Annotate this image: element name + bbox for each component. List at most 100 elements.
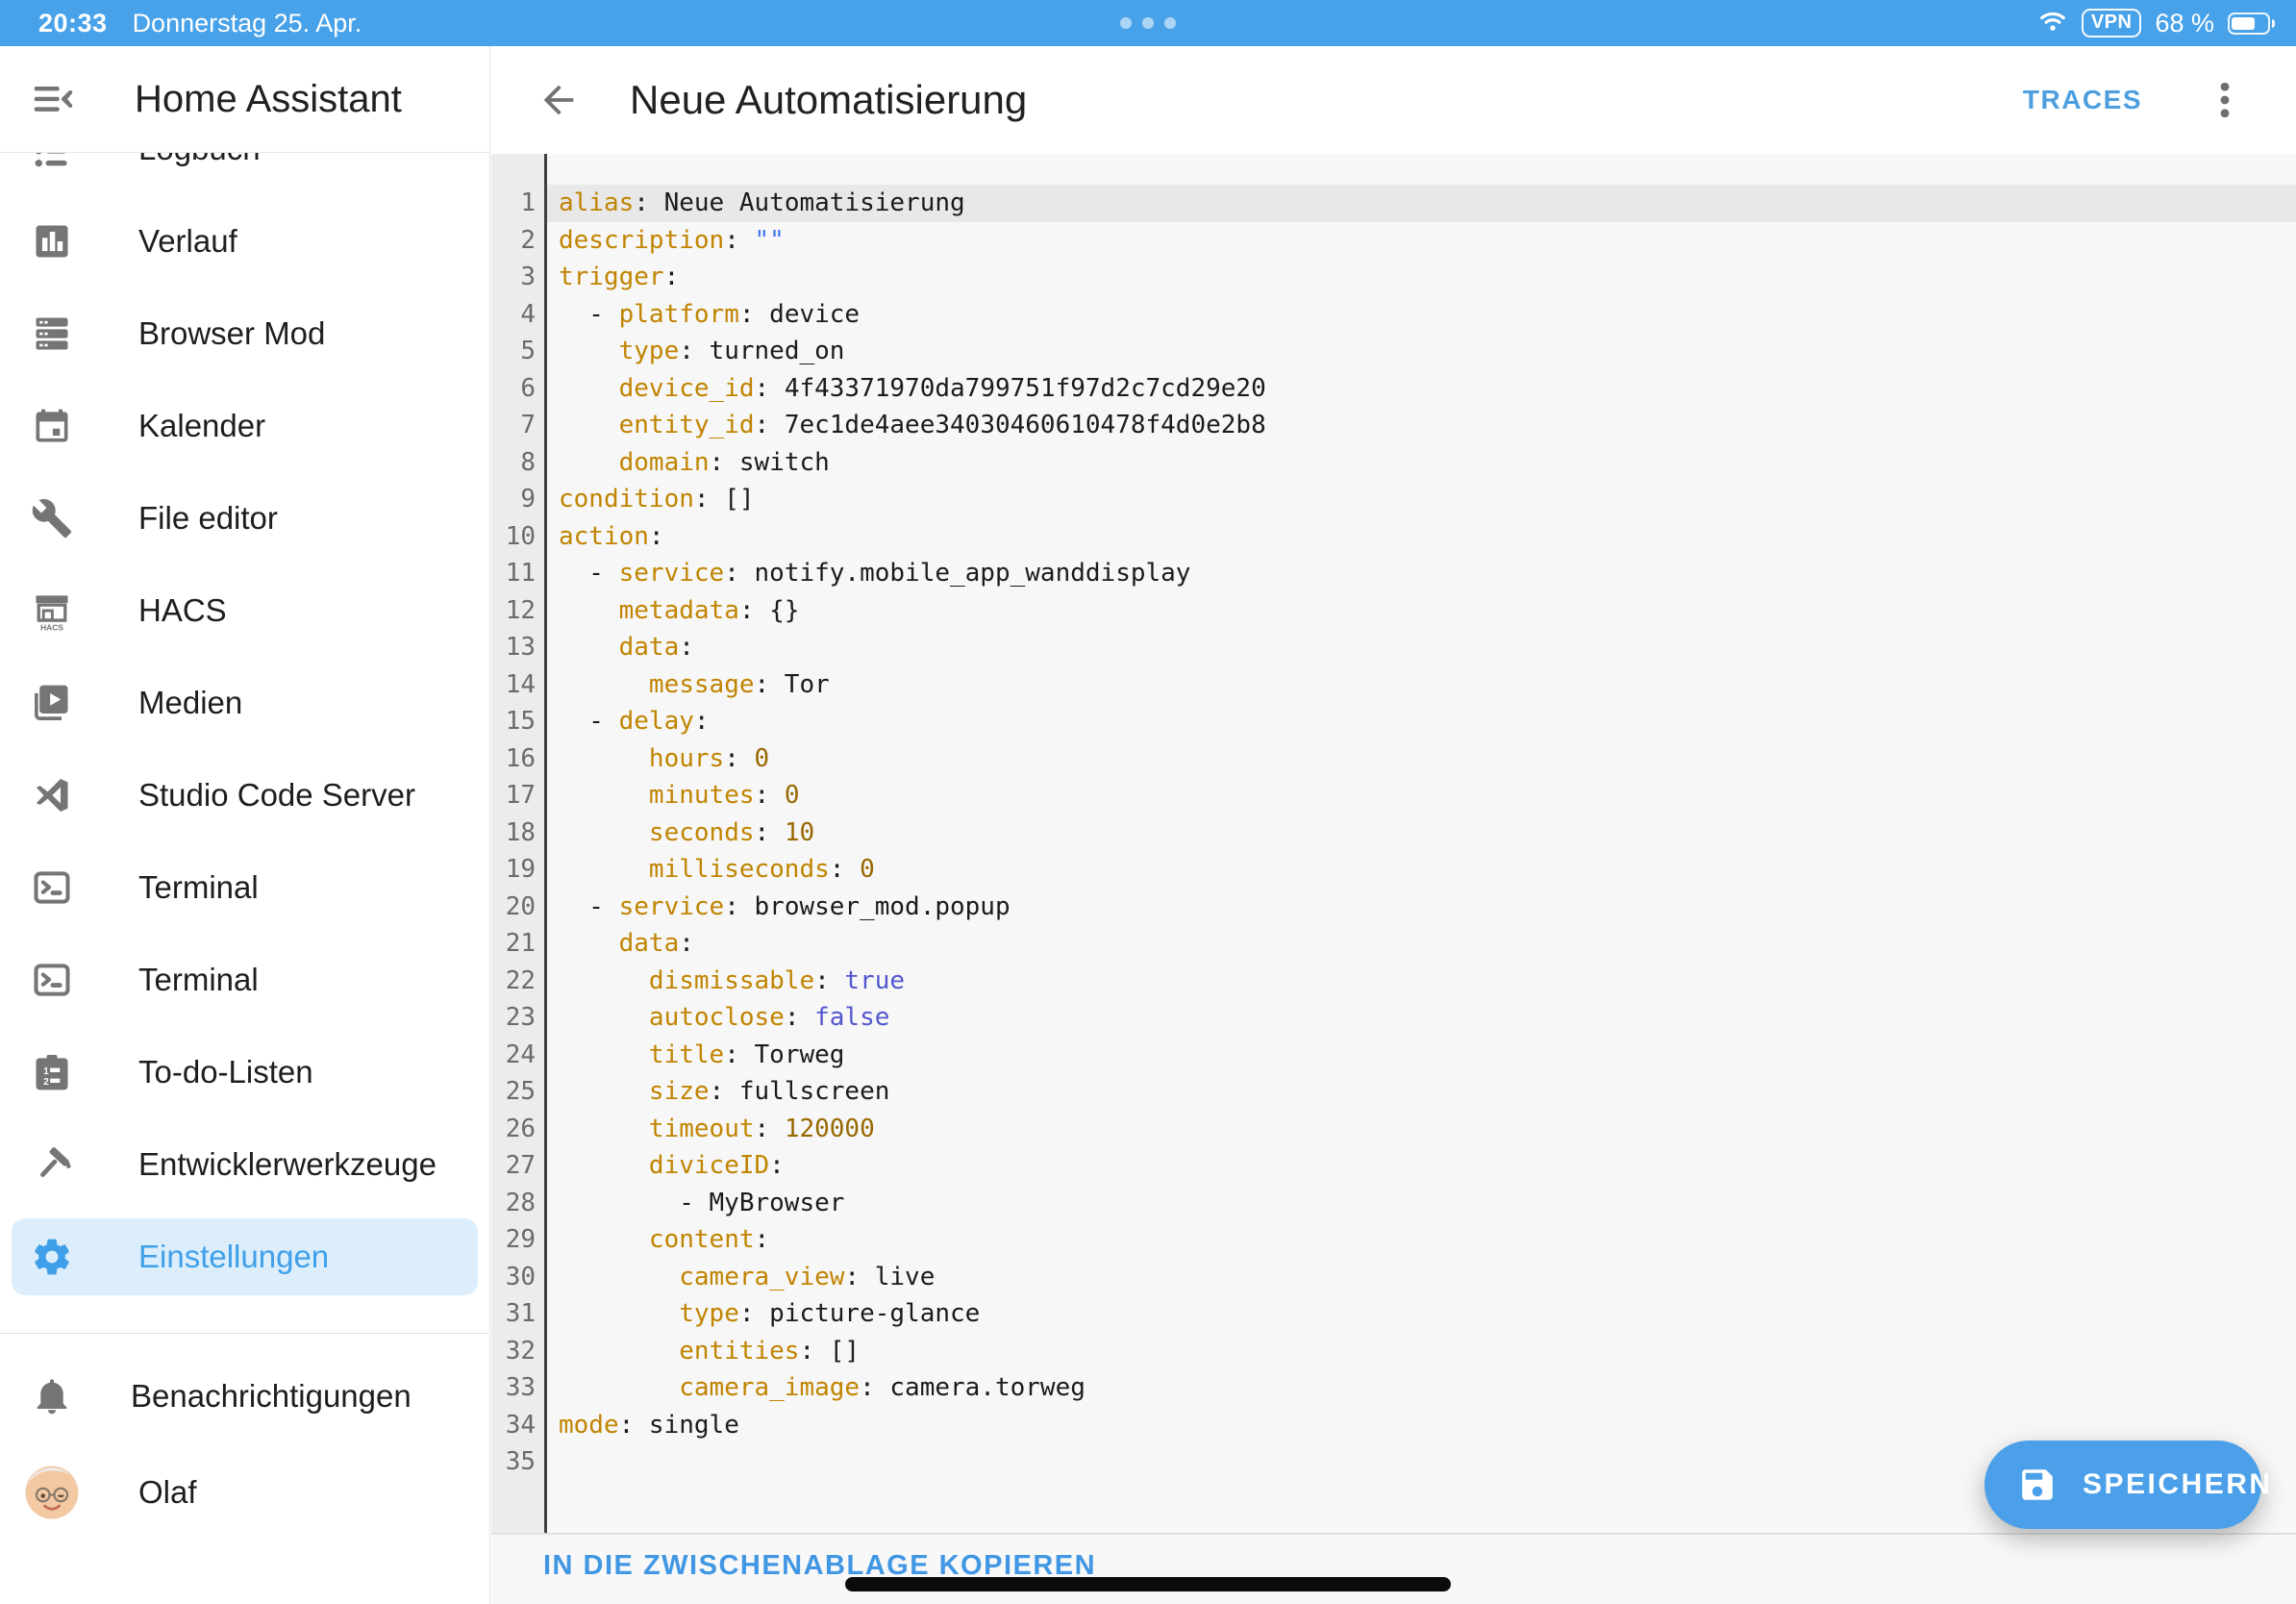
- sidebar-item-hacs[interactable]: HACSHACS: [0, 564, 489, 657]
- code-line[interactable]: alias: Neue Automatisierung: [547, 185, 2296, 222]
- history-icon: [31, 220, 73, 263]
- sidebar-item-kalender[interactable]: Kalender: [0, 380, 489, 472]
- line-number: 26: [491, 1111, 544, 1148]
- sidebar-item-terminal[interactable]: Terminal: [0, 934, 489, 1026]
- yaml-editor[interactable]: 1234567891011121314151617181920212223242…: [491, 154, 2296, 1533]
- sidebar-item-label: Medien: [138, 685, 242, 721]
- code-line[interactable]: autoclose: false: [547, 999, 2296, 1037]
- code-line[interactable]: message: Tor: [547, 666, 2296, 704]
- line-number: 2: [491, 222, 544, 260]
- app-root: 20:33 Donnerstag 25. Apr. VPN 68 %: [0, 0, 2296, 1604]
- code-line[interactable]: - platform: device: [547, 296, 2296, 334]
- sidebar-item-file-editor[interactable]: File editor: [0, 472, 489, 564]
- code-line[interactable]: timeout: 120000: [547, 1111, 2296, 1148]
- sidebar-item-label: Verlauf: [138, 223, 237, 260]
- sidebar-item-medien[interactable]: Medien: [0, 657, 489, 749]
- code-line[interactable]: mode: single: [547, 1407, 2296, 1444]
- line-number: 9: [491, 481, 544, 518]
- code-line[interactable]: title: Torweg: [547, 1037, 2296, 1074]
- line-number: 5: [491, 333, 544, 370]
- calendar-icon: [31, 405, 73, 447]
- code-line[interactable]: minutes: 0: [547, 777, 2296, 815]
- kebab-menu-icon[interactable]: [2204, 75, 2246, 125]
- line-number: 32: [491, 1333, 544, 1370]
- status-right: VPN 68 %: [2037, 6, 2275, 41]
- sidebar-header: Home Assistant: [0, 46, 489, 153]
- wrench-icon: [31, 497, 73, 539]
- back-arrow-icon[interactable]: [536, 77, 582, 123]
- code-line[interactable]: hours: 0: [547, 740, 2296, 778]
- code-area[interactable]: alias: Neue Automatisierungdescription: …: [547, 154, 2296, 1533]
- code-line[interactable]: content:: [547, 1221, 2296, 1259]
- sidebar-item-einstellungen[interactable]: Einstellungen: [0, 1211, 489, 1303]
- menu-toggle-icon[interactable]: [29, 76, 75, 122]
- code-line[interactable]: description: "": [547, 222, 2296, 260]
- sidebar-item-studio-code-server[interactable]: Studio Code Server: [0, 749, 489, 841]
- code-line[interactable]: seconds: 10: [547, 815, 2296, 852]
- line-number: 4: [491, 296, 544, 334]
- code-line[interactable]: entity_id: 7ec1de4aee34030460610478f4d0e…: [547, 407, 2296, 444]
- sidebar-item-label: Benachrichtigungen: [131, 1378, 412, 1415]
- line-number: 31: [491, 1295, 544, 1333]
- sidebar-item-label: Terminal: [138, 962, 259, 998]
- code-line[interactable]: - delay:: [547, 703, 2296, 740]
- code-line[interactable]: dismissable: true: [547, 963, 2296, 1000]
- sidebar-item-label: Logbuch: [138, 153, 261, 167]
- code-line[interactable]: action:: [547, 518, 2296, 556]
- app-title: Home Assistant: [135, 78, 402, 121]
- code-line[interactable]: condition: []: [547, 481, 2296, 518]
- wifi-icon: [2037, 6, 2068, 41]
- line-number: 22: [491, 963, 544, 1000]
- svg-text:2: 2: [43, 1077, 49, 1088]
- code-line[interactable]: type: picture-glance: [547, 1295, 2296, 1333]
- save-button[interactable]: SPEICHERN: [1984, 1441, 2261, 1529]
- code-line[interactable]: type: turned_on: [547, 333, 2296, 370]
- line-number: 20: [491, 889, 544, 926]
- sidebar-item-entwicklerwerkzeuge[interactable]: Entwicklerwerkzeuge: [0, 1118, 489, 1211]
- code-line[interactable]: data:: [547, 629, 2296, 666]
- sidebar-item-label: HACS: [138, 592, 227, 629]
- code-line[interactable]: diviceID:: [547, 1147, 2296, 1185]
- sidebar-item-verlauf[interactable]: Verlauf: [0, 195, 489, 288]
- sidebar-item-terminal[interactable]: Terminal: [0, 841, 489, 934]
- code-line[interactable]: device_id: 4f43371970da799751f97d2c7cd29…: [547, 370, 2296, 408]
- sidebar-item-to-do-listen[interactable]: 12 To-do-Listen: [0, 1026, 489, 1118]
- sidebar-item-logbuch[interactable]: Logbuch: [0, 153, 489, 195]
- code-line[interactable]: data:: [547, 925, 2296, 963]
- sidebar-item-browser-mod[interactable]: Browser Mod: [0, 288, 489, 380]
- code-line[interactable]: size: fullscreen: [547, 1073, 2296, 1111]
- code-line[interactable]: - service: browser_mod.popup: [547, 889, 2296, 926]
- code-line[interactable]: - service: notify.mobile_app_wanddisplay: [547, 555, 2296, 592]
- line-number: 14: [491, 666, 544, 704]
- code-line[interactable]: metadata: {}: [547, 592, 2296, 630]
- todo-icon: 12: [31, 1051, 73, 1093]
- line-number: 7: [491, 407, 544, 444]
- terminal-icon: [31, 866, 73, 909]
- home-indicator[interactable]: [845, 1577, 1451, 1591]
- line-number: 23: [491, 999, 544, 1037]
- line-number-gutter: 1234567891011121314151617181920212223242…: [491, 154, 547, 1533]
- line-number: 12: [491, 592, 544, 630]
- code-line[interactable]: camera_image: camera.torweg: [547, 1369, 2296, 1407]
- line-number: 18: [491, 815, 544, 852]
- status-time: 20:33: [38, 9, 108, 38]
- line-number: 1: [491, 185, 544, 222]
- code-line[interactable]: trigger:: [547, 259, 2296, 296]
- line-number: 33: [491, 1369, 544, 1407]
- line-number: 6: [491, 370, 544, 408]
- sidebar-item-label: Kalender: [138, 408, 265, 444]
- code-line[interactable]: entities: []: [547, 1333, 2296, 1370]
- sidebar-item-label: To-do-Listen: [138, 1054, 313, 1090]
- vscode-icon: [31, 774, 73, 816]
- line-number: 3: [491, 259, 544, 296]
- line-number: 28: [491, 1185, 544, 1222]
- svg-text:1: 1: [43, 1066, 49, 1077]
- code-line[interactable]: milliseconds: 0: [547, 851, 2296, 889]
- sidebar-item-user-olaf[interactable]: Olaf: [0, 1446, 489, 1539]
- code-line[interactable]: - MyBrowser: [547, 1185, 2296, 1222]
- traces-button[interactable]: TRACES: [2023, 85, 2142, 115]
- code-line[interactable]: domain: switch: [547, 444, 2296, 482]
- page-header: Neue Automatisierung TRACES: [491, 46, 2296, 154]
- code-line[interactable]: camera_view: live: [547, 1259, 2296, 1296]
- sidebar-item-benachrichtigungen[interactable]: Benachrichtigungen: [0, 1350, 489, 1442]
